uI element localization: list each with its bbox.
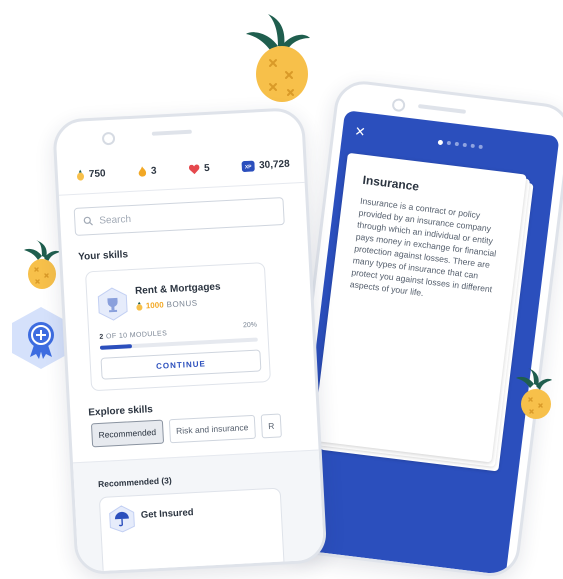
search-placeholder: Search: [99, 213, 132, 227]
bonus-row: 1000 BONUS: [136, 299, 198, 311]
pineapple-icon: [516, 368, 552, 419]
search-icon: [83, 216, 93, 226]
pineapple-icon: [24, 240, 60, 289]
xp-stat[interactable]: XP 30,728: [241, 158, 290, 172]
svg-text:XP: XP: [245, 164, 253, 170]
close-icon[interactable]: ✕: [354, 123, 367, 140]
page-dot[interactable]: [437, 139, 444, 145]
speaker-grille: [417, 103, 467, 114]
your-skills-heading: Your skills: [77, 249, 129, 263]
umbrella-icon: [109, 505, 135, 533]
modules-done: 2: [99, 333, 104, 341]
lesson-body: Insurance is a contract or policy provid…: [349, 195, 497, 298]
front-camera: [391, 97, 406, 113]
xp-count: 30,728: [258, 158, 290, 172]
bonus-label: BONUS: [166, 298, 198, 310]
pagination-dots: [437, 139, 483, 150]
skill-filter-chips: Recommended Risk and insurance R: [90, 413, 283, 448]
skill-card[interactable]: Rent & Mortgages 1000 BONUS 2 OF 10 MODU…: [84, 262, 272, 392]
coins-stat[interactable]: 750: [76, 168, 106, 181]
xp-badge-icon: XP: [241, 160, 256, 172]
lesson-title: Insurance: [361, 172, 420, 194]
page-dot[interactable]: [446, 140, 452, 146]
pineapple-icon: [246, 14, 310, 102]
stats-bar: 750 3 5 XP 30,728: [76, 159, 290, 181]
skill-title: Rent & Mortgages: [134, 281, 221, 297]
coins-count: 750: [88, 168, 106, 181]
recommended-skill-title: Get Insured: [140, 507, 194, 521]
streak-count: 3: [150, 165, 157, 177]
skills-phone: 750 3 5 XP 30,728 Search Your skills Ren…: [52, 106, 328, 576]
continue-button[interactable]: CONTINUE: [100, 349, 262, 380]
bonus-amount: 1000: [145, 300, 164, 311]
explore-skills-heading: Explore skills: [88, 404, 154, 419]
chip-risk-and-insurance[interactable]: Risk and insurance: [168, 414, 256, 444]
page-dot[interactable]: [462, 142, 468, 148]
progress-bar-fill: [99, 344, 132, 350]
chip-recommended[interactable]: Recommended: [90, 419, 164, 448]
trophy-icon: [97, 287, 128, 321]
page-dot[interactable]: [470, 143, 475, 149]
hearts-count: 5: [203, 162, 210, 175]
modules-total: OF 10 MODULES: [105, 330, 168, 341]
flame-icon: [138, 166, 147, 177]
pineapple-icon: [136, 301, 143, 311]
streak-stat[interactable]: 3: [138, 166, 157, 178]
front-camera: [101, 131, 116, 146]
page-dot[interactable]: [454, 141, 460, 147]
recommended-skill-card[interactable]: Get Insured: [98, 487, 285, 576]
progress-percent: 20%: [242, 321, 258, 330]
speaker-grille: [151, 129, 192, 136]
modules-progress-text: 2 OF 10 MODULES: [99, 330, 167, 341]
search-input[interactable]: Search: [73, 196, 285, 236]
chip-next[interactable]: R: [260, 413, 283, 439]
hearts-stat[interactable]: 5: [189, 163, 210, 175]
header-divider: [58, 181, 305, 196]
lesson-card[interactable]: Insurance Insurance is a contract or pol…: [312, 152, 527, 463]
page-dot[interactable]: [478, 144, 483, 150]
pineapple-icon: [76, 169, 85, 181]
lesson-screen: ✕ Insurance Insurance is a contract or p…: [291, 110, 560, 576]
heart-icon: [189, 163, 200, 174]
